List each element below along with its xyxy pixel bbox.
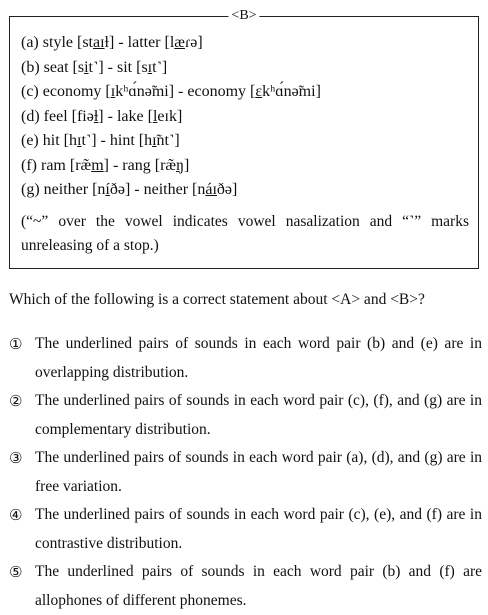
item-tag: (d) (21, 107, 40, 125)
word-2: rang (122, 156, 151, 174)
transcription-2: [læɾə] (164, 34, 203, 51)
pair-dash: - (118, 34, 124, 51)
word-pair-item: (a) style [staɪɫ] - latter [læɾə] (21, 31, 321, 56)
word-2: hint (109, 132, 135, 149)
answer-option-1[interactable]: ① The underlined pairs of sounds in each… (9, 330, 482, 387)
transcription-1: [fiəɫ] (71, 107, 104, 125)
item-tag: (e) (21, 132, 39, 149)
option-text: The underlined pairs of sounds in each w… (35, 335, 482, 381)
answer-option-4[interactable]: ④ The underlined pairs of sounds in each… (9, 501, 482, 558)
underlined-segment: ŋ (176, 156, 184, 174)
word-pair-item: (c) economy [ɪkʰɑ́nə̃mi] - economy [ɛkʰɑ… (21, 80, 321, 105)
item-tag: (f) (21, 156, 37, 174)
word-1: seat (43, 58, 69, 76)
transcription-1: [ɪkʰɑ́nə̃mi] (105, 83, 175, 100)
word-1: feel (43, 107, 68, 125)
answer-option-5[interactable]: ⑤ The underlined pairs of sounds in each… (9, 558, 482, 615)
item-tag: (c) (21, 83, 39, 100)
pair-dash: - (134, 181, 140, 198)
transcription-1: [staɪɫ] (76, 34, 115, 51)
transcription-2: [ræ̃ŋ] (154, 156, 190, 174)
word-1: ram (40, 156, 66, 174)
data-box-b: <B> (a) style [staɪɫ] - latter [læɾə] (b… (9, 8, 479, 269)
option-text: The underlined pairs of sounds in each w… (35, 449, 482, 495)
option-number: ④ (9, 506, 23, 524)
answer-option-3[interactable]: ③ The underlined pairs of sounds in each… (9, 444, 482, 501)
item-tag: (g) (21, 181, 40, 198)
word-2: latter (127, 34, 161, 51)
option-number: ③ (9, 449, 23, 467)
item-tag: (a) (21, 34, 39, 51)
word-1: style (42, 34, 73, 51)
transcription-1: [ræ̃m] (69, 156, 109, 174)
question-text: Which of the following is a correct stat… (9, 291, 425, 308)
option-text: The underlined pairs of sounds in each w… (35, 563, 482, 609)
option-text: The underlined pairs of sounds in each w… (35, 506, 482, 552)
transcription-2: [hɪ̃nt˺] (138, 132, 180, 149)
underlined-segment: m (91, 156, 104, 174)
transcription-2: [sɪt˺] (136, 58, 168, 76)
transcription-2: [leɪk] (147, 107, 183, 125)
box-note: (“~” over the vowel indicates vowel nasa… (21, 213, 469, 254)
word-1: hit (42, 132, 60, 149)
pair-dash: - (178, 83, 184, 100)
option-number: ⑤ (9, 563, 23, 581)
option-number: ① (9, 335, 23, 353)
underlined-segment: aɪ (92, 34, 105, 51)
pair-dash: - (107, 58, 113, 76)
word-2: economy (187, 83, 247, 100)
transcription-1: [níðə] (92, 181, 131, 198)
transcription-2: [náɪðə] (192, 181, 238, 198)
pair-dash: - (107, 107, 113, 125)
word-1: economy (42, 83, 102, 100)
word-pair-item: (f) ram [ræ̃m] - rang [ræ̃ŋ] (21, 154, 321, 179)
word-pair-item: (d) feel [fiəɫ] - lake [leɪk] (21, 105, 321, 130)
transcription-1: [sit˺] (72, 58, 104, 76)
transcription-2: [ɛkʰɑ́nə̃mi] (250, 83, 321, 100)
word-2: neither (143, 181, 189, 198)
word-pair-item: (e) hit [hɪt˺] - hint [hɪ̃nt˺] (21, 129, 321, 154)
underlined-segment: áɪ (205, 181, 217, 198)
answer-option-2[interactable]: ② The underlined pairs of sounds in each… (9, 387, 482, 444)
word-pair-item: (b) seat [sit˺] - sit [sɪt˺] (21, 56, 321, 81)
pair-dash: - (100, 132, 106, 149)
word-2: lake (116, 107, 144, 125)
box-label: <B> (228, 8, 260, 24)
word-1: neither (43, 181, 89, 198)
option-number: ② (9, 392, 23, 410)
word-pair-item: (g) neither [níðə] - neither [náɪðə] (21, 178, 321, 203)
word-pair-list: (a) style [staɪɫ] - latter [læɾə] (b) se… (21, 31, 321, 203)
transcription-1: [hɪt˺] (63, 132, 97, 149)
underlined-segment: æ (174, 34, 185, 51)
item-tag: (b) (21, 58, 40, 76)
answer-options: ① The underlined pairs of sounds in each… (9, 330, 482, 615)
pair-dash: - (112, 156, 119, 174)
word-2: sit (116, 58, 133, 76)
option-text: The underlined pairs of sounds in each w… (35, 392, 482, 438)
